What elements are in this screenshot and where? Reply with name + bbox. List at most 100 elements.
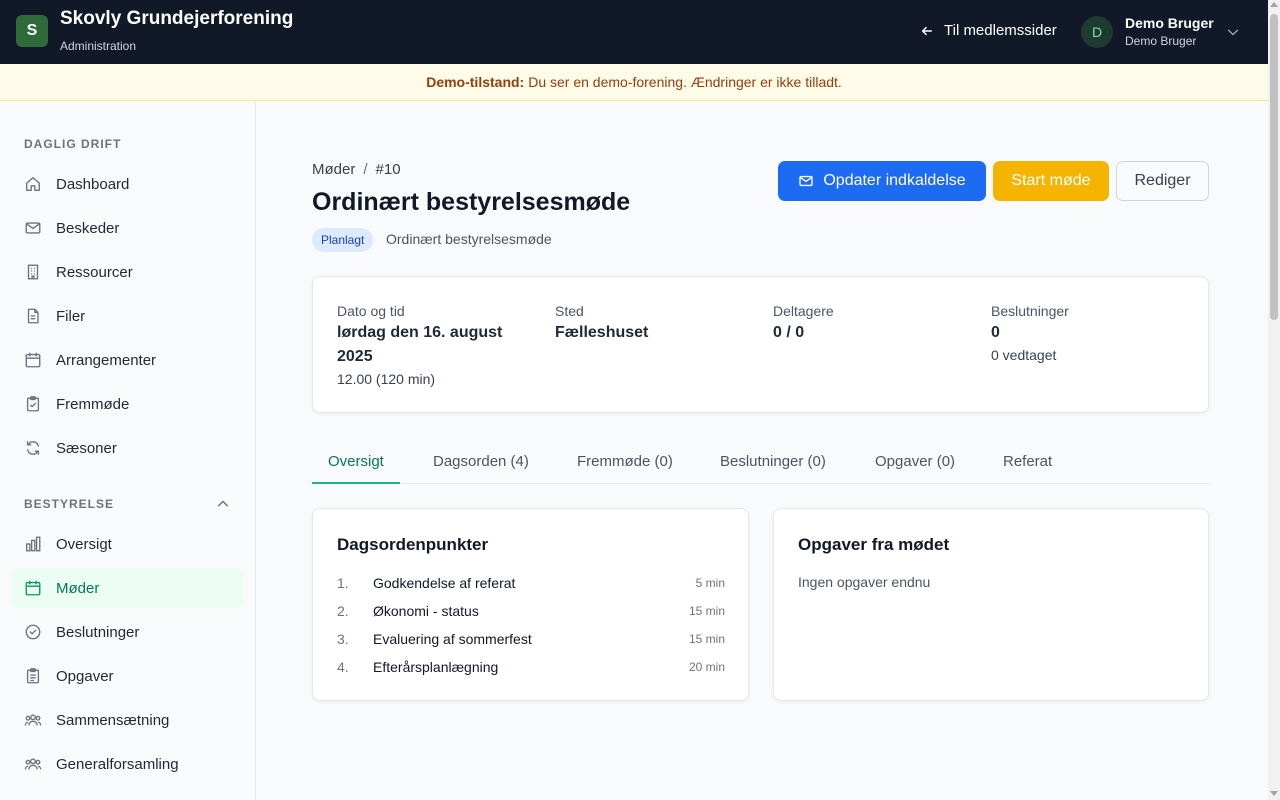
datetime-value: lørdag den 16. august 2025 — [337, 324, 503, 365]
sidebar-item-label: Arrangementer — [56, 351, 157, 369]
agenda-item-duration: 15 min — [688, 632, 725, 646]
calendar-icon — [25, 352, 41, 368]
scroll-thumb[interactable] — [1270, 14, 1278, 320]
demo-banner: Demo-tilstand: Du ser en demo-forening. … — [0, 64, 1268, 101]
agenda-item-number: 3. — [337, 631, 349, 647]
users-icon — [24, 758, 42, 770]
sidebar-item-label: Fremmøde — [56, 395, 130, 413]
sidebar-item-decisions[interactable]: Beslutninger — [12, 612, 243, 652]
agenda-item[interactable]: 2. Økonomi - status 15 min — [337, 601, 725, 621]
place-value: Fælleshuset — [555, 324, 649, 341]
scroll-down-arrow-icon[interactable] — [1270, 791, 1278, 796]
tab-decisions[interactable]: Beslutninger (0) — [704, 440, 842, 483]
decisions-sub: 0 vedtaget — [991, 347, 1057, 363]
tab-agenda[interactable]: Dagsorden (4) — [417, 440, 545, 483]
tab-attendance[interactable]: Fremmøde (0) — [561, 440, 689, 483]
chevron-up-icon[interactable] — [216, 497, 230, 511]
mail-icon — [25, 222, 41, 234]
calendar-icon — [25, 580, 41, 596]
breadcrumb: Møder / #10 — [312, 161, 401, 178]
sidebar-item-dashboard[interactable]: Dashboard — [12, 164, 243, 204]
file-icon — [27, 308, 39, 324]
users-icon — [24, 714, 42, 726]
agenda-card: Dagsordenpunkter 1. Godkendelse af refer… — [312, 508, 749, 701]
agenda-item-number: 2. — [337, 603, 349, 619]
agenda-item-duration: 15 min — [688, 604, 725, 618]
page-title: Ordinært bestyrelsesmøde — [312, 188, 631, 216]
org-subtitle: Administration — [60, 39, 137, 53]
user-role: Demo Bruger — [1125, 34, 1197, 48]
sidebar-item-messages[interactable]: Beskeder — [12, 208, 243, 248]
tasks-card-title: Opgaver fra mødet — [798, 535, 950, 554]
agenda-item-number: 4. — [337, 659, 349, 675]
edit-button[interactable]: Rediger — [1116, 161, 1209, 201]
sidebar-item-resources[interactable]: Ressourcer — [12, 252, 243, 292]
top-bar: S Skovly Grundejerforening Administratio… — [0, 0, 1268, 64]
participants-value: 0 / 0 — [773, 324, 805, 341]
sidebar-item-events[interactable]: Arrangementer — [12, 340, 243, 380]
agenda-item-title: Godkendelse af referat — [373, 575, 516, 591]
datetime-sub: 12.00 (120 min) — [337, 371, 436, 387]
page-scrollbar[interactable] — [1268, 0, 1280, 800]
user-name[interactable]: Demo Bruger — [1125, 15, 1214, 31]
sidebar-item-composition[interactable]: Sammensætning — [12, 700, 243, 740]
agenda-item-number: 1. — [337, 575, 349, 591]
agenda-card-title: Dagsordenpunkter — [337, 535, 489, 554]
back-to-members-link[interactable]: Til medlemssider — [920, 22, 1057, 39]
sidebar-item-overview[interactable]: Oversigt — [12, 524, 243, 564]
place-label: Sted — [555, 303, 584, 319]
scroll-up-arrow-icon[interactable] — [1270, 2, 1278, 7]
sidebar-item-label: Sæsoner — [56, 439, 117, 457]
meeting-type-label: Ordinært bestyrelsesmøde — [386, 231, 552, 247]
agenda-item[interactable]: 3. Evaluering af sommerfest 15 min — [337, 629, 725, 649]
sidebar-item-tasks[interactable]: Opgaver — [12, 656, 243, 696]
sidebar-item-seasons[interactable]: Sæsoner — [12, 428, 243, 468]
meeting-tabs: Oversigt Dagsorden (4) Fremmøde (0) Besl… — [312, 440, 1209, 484]
clipboard-check-icon — [26, 396, 40, 412]
breadcrumb-separator: / — [363, 161, 368, 178]
breadcrumb-current: #10 — [375, 161, 401, 178]
agenda-item[interactable]: 4. Efterårsplanlægning 20 min — [337, 657, 725, 677]
breadcrumb-parent-link[interactable]: Møder — [312, 161, 355, 178]
status-badge: Planlagt — [312, 228, 374, 252]
mail-icon — [799, 175, 814, 187]
sidebar-item-label: Filer — [56, 307, 86, 325]
sidebar-item-files[interactable]: Filer — [12, 296, 243, 336]
sidebar-item-attendance[interactable]: Fremmøde — [12, 384, 243, 424]
sidebar-section-title-daily: DAGLIG DRIFT — [24, 137, 122, 151]
sidebar-item-general-assembly[interactable]: Generalforsamling — [12, 744, 243, 784]
update-invitation-button[interactable]: Opdater indkaldelse — [778, 161, 986, 201]
avatar[interactable]: D — [1081, 16, 1113, 48]
arrow-left-icon — [921, 26, 933, 35]
decisions-value: 0 — [991, 324, 1000, 341]
sidebar-item-label: Oversigt — [56, 535, 112, 553]
demo-banner-text: Du ser en demo-forening. Ændringer er ik… — [528, 74, 842, 90]
org-logo[interactable]: S — [16, 15, 48, 47]
sidebar: DAGLIG DRIFT Dashboard Beskeder Ressourc… — [0, 101, 256, 800]
tab-minutes[interactable]: Referat — [987, 440, 1068, 483]
sidebar-item-label: Møder — [56, 579, 100, 597]
sidebar-item-label: Sammensætning — [56, 711, 170, 729]
place-field: Sted Fælleshuset — [555, 303, 745, 345]
sidebar-item-label: Opgaver — [56, 667, 114, 685]
agenda-item-title: Efterårsplanlægning — [373, 659, 499, 675]
update-invitation-label: Opdater indkaldelse — [823, 172, 966, 189]
sidebar-item-meetings[interactable]: Møder — [12, 568, 243, 608]
check-circle-icon — [25, 624, 41, 640]
participants-field: Deltagere 0 / 0 — [773, 303, 963, 345]
agenda-item-duration: 20 min — [688, 660, 725, 674]
sidebar-item-label: Ressourcer — [56, 263, 133, 281]
agenda-item[interactable]: 1. Godkendelse af referat 5 min — [337, 573, 725, 593]
agenda-item-duration: 5 min — [695, 576, 725, 590]
decisions-label: Beslutninger — [991, 303, 1069, 319]
tab-tasks[interactable]: Opgaver (0) — [859, 440, 971, 483]
tab-overview[interactable]: Oversigt — [312, 440, 400, 484]
datetime-field: Dato og tid lørdag den 16. august 2025 1… — [337, 303, 527, 387]
sidebar-section-title-board: BESTYRELSE — [24, 497, 115, 511]
meeting-info-card: Dato og tid lørdag den 16. august 2025 1… — [312, 276, 1209, 413]
sidebar-item-label: Dashboard — [56, 175, 130, 193]
bar-chart-icon — [26, 536, 41, 552]
chevron-down-icon[interactable] — [1226, 25, 1240, 39]
start-meeting-button[interactable]: Start møde — [993, 161, 1109, 201]
decisions-field: Beslutninger 0 0 vedtaget — [991, 303, 1181, 363]
